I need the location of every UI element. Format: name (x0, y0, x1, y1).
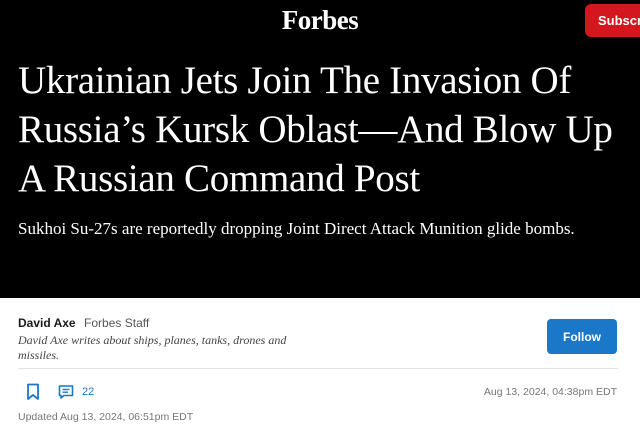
forbes-logo[interactable]: Forbes (0, 0, 640, 42)
follow-button[interactable]: Follow (547, 319, 617, 354)
comment-count: 22 (82, 386, 95, 398)
author-byline: David Axe Forbes Staff (18, 314, 438, 332)
top-navigation-bar: Forbes Subscri (0, 0, 640, 42)
comment-icon (58, 385, 74, 399)
author-bio: David Axe writes about ships, planes, ta… (18, 333, 287, 362)
article-dek: Sukhoi Su-27s are reportedly dropping Jo… (18, 219, 575, 238)
updated-timestamp: Updated Aug 13, 2024, 06:51pm EDT (18, 411, 194, 423)
author-name-link[interactable]: David Axe (18, 316, 76, 330)
author-role: Forbes Staff (84, 316, 150, 330)
subscribe-button[interactable]: Subscri (585, 4, 640, 37)
divider (18, 368, 618, 369)
bookmark-icon[interactable] (25, 383, 41, 401)
comments-button[interactable]: 22 (58, 383, 94, 401)
published-timestamp: Aug 13, 2024, 04:38pm EDT (483, 386, 617, 398)
article-headline: Ukrainian Jets Join The Invasion Of Russ… (18, 59, 613, 200)
